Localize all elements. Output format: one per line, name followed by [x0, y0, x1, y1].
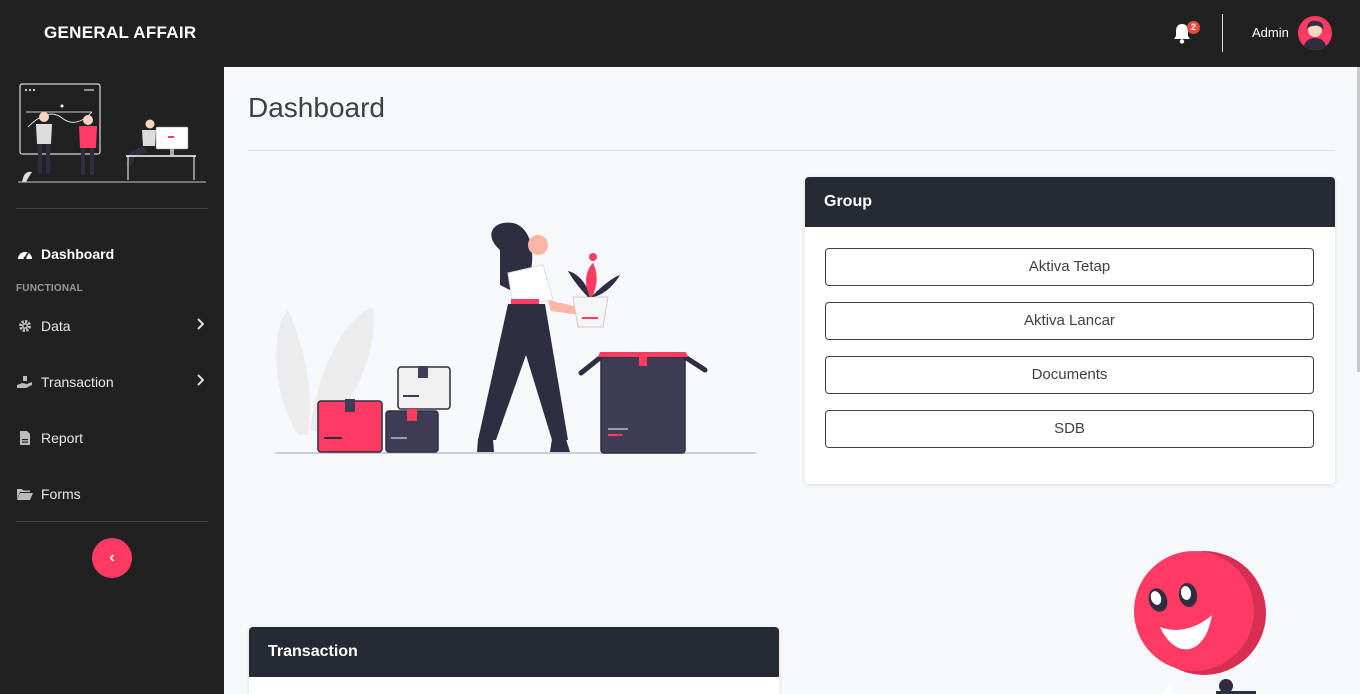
- group-card-title: Group: [805, 177, 1335, 227]
- gear-icon: [16, 318, 34, 334]
- title-divider: [248, 150, 1335, 151]
- chevron-right-icon: [197, 374, 204, 386]
- sidebar-item-forms[interactable]: Forms: [16, 480, 208, 508]
- sidebar-item-label: Forms: [41, 486, 81, 502]
- sidebar-divider: [16, 521, 208, 522]
- sidebar-item-label: Report: [41, 430, 84, 446]
- sidebar-item-label: Dashboard: [41, 246, 115, 262]
- dashboard-gauge-icon: [16, 246, 34, 262]
- transaction-card-title: Transaction: [249, 627, 779, 677]
- chevron-right-icon: [197, 318, 204, 330]
- sidebar-item-transaction[interactable]: Transaction: [16, 368, 208, 396]
- team-presentation-illustration: [18, 83, 206, 183]
- topbar-divider: [1222, 14, 1223, 52]
- woman-unboxing-illustration: [275, 222, 756, 454]
- folder-open-icon: [16, 486, 34, 502]
- sidebar-divider: [16, 208, 208, 209]
- group-button-aktiva-tetap[interactable]: Aktiva Tetap: [825, 248, 1314, 286]
- group-card: Group Aktiva Tetap Aktiva Lancar Documen…: [805, 177, 1335, 484]
- group-button-sdb[interactable]: SDB: [825, 410, 1314, 448]
- file-report-icon: [16, 430, 34, 446]
- page-title: Dashboard: [248, 92, 385, 123]
- user-avatar[interactable]: [1298, 16, 1332, 50]
- sidebar-section-heading: FUNCTIONAL: [16, 283, 83, 294]
- transaction-card: Transaction: [249, 627, 779, 694]
- sidebar: Dashboard FUNCTIONAL Data Transaction Re…: [0, 67, 224, 694]
- sidebar-item-data[interactable]: Data: [16, 312, 208, 340]
- top-navbar: GENERAL AFFAIR 2 Admin: [0, 0, 1360, 67]
- user-name[interactable]: Admin: [1252, 25, 1289, 40]
- smiley-mascot-illustration: [1134, 551, 1266, 694]
- brand-title[interactable]: GENERAL AFFAIR: [44, 23, 197, 43]
- notification-badge: 2: [1187, 21, 1200, 34]
- sidebar-item-dashboard[interactable]: Dashboard: [16, 240, 208, 268]
- sidebar-item-label: Transaction: [41, 374, 114, 390]
- sidebar-item-label: Data: [41, 318, 71, 334]
- sidebar-collapse-button[interactable]: ‹: [92, 538, 132, 578]
- group-button-aktiva-lancar[interactable]: Aktiva Lancar: [825, 302, 1314, 340]
- hand-money-icon: [16, 374, 34, 390]
- group-button-documents[interactable]: Documents: [825, 356, 1314, 394]
- sidebar-item-report[interactable]: Report: [16, 424, 208, 452]
